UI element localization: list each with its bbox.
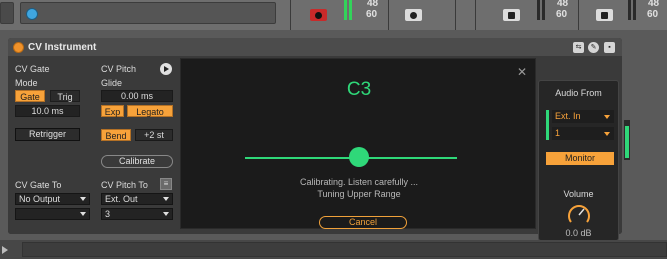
track-header-strip: 48 60 48 60 48 60 (0, 0, 667, 30)
record-icon (315, 11, 322, 19)
save-preset-icon[interactable]: ▪ (604, 42, 615, 53)
gate-mode-button[interactable]: Gate (15, 90, 45, 102)
meter-peak-bottom: 60 (556, 9, 568, 20)
meter-peak-top: 48 (367, 0, 379, 9)
level-meter (537, 0, 540, 20)
cv-pitch-channel-dropdown[interactable]: 3 (101, 208, 173, 220)
divider (388, 0, 389, 30)
tuning-slider-knob (349, 147, 369, 167)
chevron-down-icon (80, 212, 86, 216)
expand-arrow-icon[interactable] (0, 244, 10, 256)
glide-time-field[interactable]: 0.00 ms (101, 90, 173, 102)
volume-value: 0.0 dB (565, 228, 592, 238)
audio-input-value: Ext. In (555, 111, 581, 121)
calibration-status: Calibrating. Listen carefully ... (299, 177, 419, 187)
stop-icon (601, 11, 608, 19)
trig-mode-button[interactable]: Trig (50, 90, 80, 102)
track-level-meter (624, 120, 630, 160)
level-meter (633, 0, 636, 20)
cv-pitch-label: CV Pitch (101, 64, 137, 74)
meter-peak-bottom: 60 (647, 9, 659, 20)
chevron-down-icon (163, 212, 169, 216)
device-power-icon[interactable] (13, 42, 24, 53)
chevron-down-icon (604, 115, 610, 119)
gate-duration-field[interactable]: 10.0 ms (15, 105, 80, 117)
meter-peak-top: 48 (557, 0, 569, 9)
bend-toggle[interactable]: Bend (101, 129, 131, 141)
close-icon[interactable]: ✕ (517, 65, 527, 79)
clip-stop-button-2[interactable] (503, 9, 520, 21)
input-monitor-icon[interactable] (26, 8, 38, 20)
cv-instrument-device: CV Instrument ⇆ ✎ ▪ CV Gate Mode Gate Tr… (8, 38, 622, 246)
divider (290, 0, 291, 30)
chevron-down-icon (604, 132, 610, 136)
calibrate-button[interactable]: Calibrate (101, 155, 173, 168)
cv-pitch-output-value: Ext. Out (105, 194, 138, 204)
divider (475, 0, 476, 30)
detail-view-bar (22, 242, 667, 257)
legato-toggle[interactable]: Legato (127, 105, 173, 117)
cv-gate-output-dropdown[interactable]: No Output (15, 193, 90, 205)
divider (455, 0, 456, 30)
audio-from-panel: Audio From Ext. In 1 Monitor Volume 0.0 … (538, 80, 619, 241)
audio-channel-value: 1 (555, 128, 561, 138)
level-meter (542, 0, 545, 20)
clock-icon (410, 11, 417, 19)
level-meter (349, 0, 352, 20)
device-header: CV Instrument ⇆ ✎ ▪ (8, 38, 622, 56)
calibration-stage: Tuning Upper Range (317, 189, 401, 199)
track-name-field[interactable] (20, 2, 276, 24)
meter-peak-bottom: 60 (366, 9, 378, 20)
exp-toggle[interactable]: Exp (101, 105, 124, 117)
stop-icon (508, 11, 515, 19)
audio-input-dropdown[interactable]: Ext. In (552, 110, 614, 123)
chevron-down-icon (80, 197, 86, 201)
cv-gate-to-label: CV Gate To (15, 180, 62, 190)
edit-icon[interactable]: ✎ (588, 42, 599, 53)
cancel-button[interactable]: Cancel (319, 216, 407, 229)
bottom-strip (0, 240, 667, 259)
divider (578, 0, 579, 30)
cv-pitch-channel-value: 3 (105, 209, 111, 219)
cv-gate-channel-dropdown[interactable] (15, 208, 90, 220)
chevron-down-icon (163, 197, 169, 201)
device-title: CV Instrument (28, 42, 97, 53)
audio-from-label: Audio From (555, 88, 602, 98)
track-fold-strip (0, 2, 14, 24)
level-meter (628, 0, 631, 20)
bend-range-field[interactable]: +2 st (135, 129, 173, 141)
cv-pitch-to-label: CV Pitch To (101, 180, 148, 190)
cv-gate-output-value: No Output (19, 194, 61, 204)
calibration-note: C3 (346, 79, 372, 100)
clip-stop-button[interactable] (405, 9, 422, 21)
monitor-button[interactable]: Monitor (546, 152, 614, 165)
preview-play-icon[interactable] (160, 63, 172, 75)
expand-icon[interactable]: ≡ (160, 178, 172, 190)
hot-swap-icon[interactable]: ⇆ (573, 42, 584, 53)
glide-label: Glide (101, 78, 123, 88)
clip-stop-button-3[interactable] (596, 9, 613, 21)
mode-label: Mode (15, 78, 38, 88)
audio-channel-dropdown[interactable]: 1 (552, 127, 614, 140)
meter-peak-top: 48 (648, 0, 660, 9)
cv-gate-label: CV Gate (15, 64, 50, 74)
cv-pitch-output-dropdown[interactable]: Ext. Out (101, 193, 173, 205)
volume-label: Volume (563, 189, 594, 199)
record-arm-button[interactable] (310, 9, 327, 21)
input-level-meter (546, 110, 549, 140)
calibration-dialog: ✕ C3 Calibrating. Listen carefully ... T… (180, 58, 536, 246)
level-meter (344, 0, 347, 20)
volume-knob[interactable] (566, 202, 592, 228)
retrigger-button[interactable]: Retrigger (15, 128, 80, 141)
